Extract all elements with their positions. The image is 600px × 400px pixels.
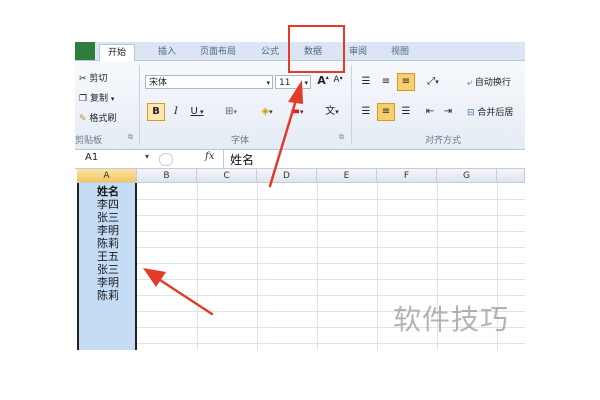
arrow-to-column-a	[143, 268, 214, 316]
annotation-overlay	[143, 25, 345, 316]
watermark: 软件技巧	[393, 303, 510, 336]
highlight-box	[288, 25, 345, 73]
arrow-to-data-tab	[268, 80, 303, 188]
